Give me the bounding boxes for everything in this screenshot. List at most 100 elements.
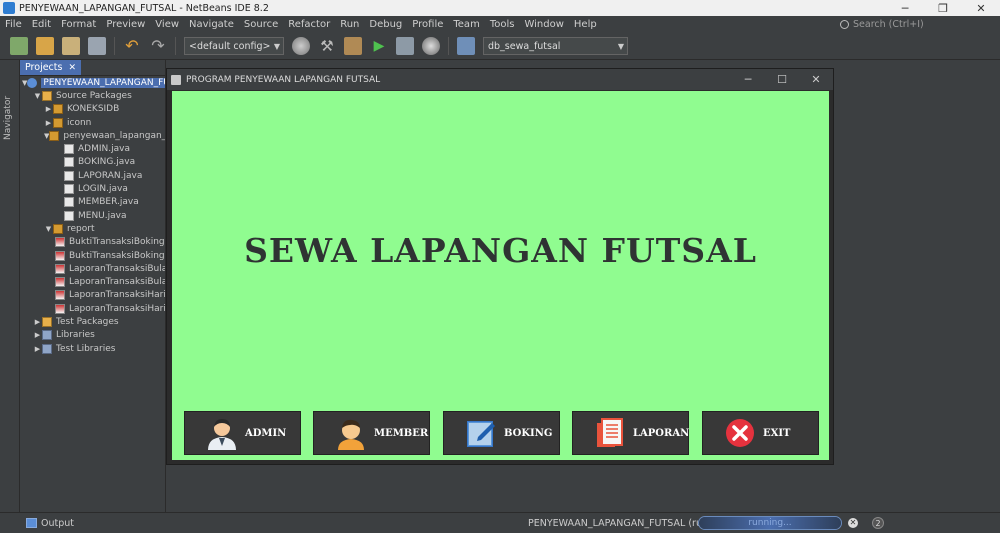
- close-circle-icon: [723, 416, 757, 450]
- config-select[interactable]: <default config> ▼: [184, 37, 284, 55]
- menu-preview[interactable]: Preview: [101, 19, 150, 30]
- profile-icon[interactable]: [422, 37, 440, 55]
- app-minimize-button[interactable]: ─: [731, 73, 765, 86]
- task-count-badge[interactable]: 2: [872, 517, 884, 529]
- menu-refactor[interactable]: Refactor: [283, 19, 335, 30]
- collapse-toggle-icon[interactable]: ▶: [33, 318, 42, 326]
- java-cup-icon: [171, 74, 181, 85]
- tree-item-label: iconn: [67, 117, 92, 128]
- tree-item[interactable]: LaporanTransaksiBulanan.jasper: [20, 262, 165, 275]
- progress-text: running...: [748, 518, 792, 528]
- tree-item[interactable]: ADMIN.java: [20, 142, 165, 155]
- menu-profile[interactable]: Profile: [407, 19, 448, 30]
- globe-icon[interactable]: [292, 37, 310, 55]
- tree-item[interactable]: LaporanTransaksiHarian.jasper: [20, 289, 165, 302]
- open-project-icon[interactable]: [62, 37, 80, 55]
- tree-item-label: penyewaan_lapangan_futsal: [63, 130, 166, 141]
- java-icon: [64, 184, 74, 195]
- tree-item[interactable]: ▶ Libraries: [20, 329, 165, 342]
- tree-item-label: LaporanTransaksiBulanan.jrxml: [69, 277, 165, 288]
- clean-build-icon[interactable]: [344, 37, 362, 55]
- tree-item[interactable]: ▼ report: [20, 222, 165, 235]
- tree-item-label: LOGIN.java: [78, 184, 128, 195]
- menu-navigate[interactable]: Navigate: [184, 19, 239, 30]
- menu-source[interactable]: Source: [239, 19, 283, 30]
- menu-view[interactable]: View: [150, 19, 184, 30]
- pkg-icon: [53, 223, 63, 234]
- tree-item[interactable]: LaporanTransaksiBulanan.jrxml: [20, 275, 165, 288]
- tree-item[interactable]: ▶ Test Libraries: [20, 342, 165, 355]
- admin-button[interactable]: ADMIN: [184, 411, 301, 455]
- member-button[interactable]: MEMBER: [313, 411, 430, 455]
- output-tab[interactable]: Output: [41, 518, 74, 529]
- tree-item[interactable]: ▼penyewaan_lapangan_futsal: [20, 129, 165, 142]
- tree-item[interactable]: BuktiTransaksiBoking.jrxml: [20, 249, 165, 262]
- menu-window[interactable]: Window: [519, 19, 568, 30]
- collapse-toggle-icon[interactable]: ▶: [33, 345, 42, 353]
- build-hammer-icon[interactable]: ⚒: [318, 37, 336, 55]
- tab-projects[interactable]: Projects ✕: [20, 60, 81, 75]
- collapse-toggle-icon[interactable]: ▶: [33, 331, 42, 339]
- collapse-toggle-icon[interactable]: ▶: [44, 119, 53, 127]
- run-icon[interactable]: ▶: [370, 37, 388, 55]
- search-input[interactable]: Search (Ctrl+I): [840, 19, 1000, 30]
- java-icon: [64, 197, 74, 208]
- database-icon[interactable]: [457, 37, 475, 55]
- tree-item[interactable]: ▼PENYEWAAN_LAPANGAN_FUTSAL: [20, 76, 165, 89]
- app-titlebar: PROGRAM PENYEWAAN LAPANGAN FUTSAL ─ ☐ ✕: [167, 69, 833, 90]
- menu-format[interactable]: Format: [56, 19, 101, 30]
- redo-icon[interactable]: ↷: [149, 37, 167, 55]
- tree-item[interactable]: LOGIN.java: [20, 182, 165, 195]
- lib-icon: [42, 330, 52, 341]
- menu-tools[interactable]: Tools: [485, 19, 520, 30]
- project-tree: ▼PENYEWAAN_LAPANGAN_FUTSAL▼Source Packag…: [20, 76, 165, 355]
- tree-item[interactable]: MENU.java: [20, 209, 165, 222]
- tree-item[interactable]: MEMBER.java: [20, 196, 165, 209]
- close-icon[interactable]: ✕: [68, 63, 76, 73]
- expand-toggle-icon[interactable]: ▼: [44, 225, 53, 233]
- boking-button[interactable]: BOKING: [443, 411, 560, 455]
- menu-run[interactable]: Run: [335, 19, 364, 30]
- undo-icon[interactable]: ↶: [123, 37, 141, 55]
- database-select[interactable]: db_sewa_futsal ▼: [483, 37, 628, 55]
- save-all-icon[interactable]: [88, 37, 106, 55]
- collapse-toggle-icon[interactable]: ▶: [44, 105, 53, 113]
- edit-note-icon: [464, 416, 498, 450]
- navigator-tab[interactable]: Navigator: [3, 96, 13, 140]
- window-titlebar: PENYEWAAN_LAPANGAN_FUTSAL - NetBeans IDE…: [0, 0, 1000, 16]
- expand-toggle-icon[interactable]: ▼: [33, 92, 42, 100]
- tree-item[interactable]: ▶ Test Packages: [20, 315, 165, 328]
- jasper-icon: [55, 250, 65, 261]
- new-file-icon[interactable]: [10, 37, 28, 55]
- menu-debug[interactable]: Debug: [364, 19, 407, 30]
- debug-icon[interactable]: [396, 37, 414, 55]
- menu-help[interactable]: Help: [569, 19, 602, 30]
- tree-item[interactable]: BOKING.java: [20, 156, 165, 169]
- minimize-button[interactable]: ─: [886, 2, 924, 15]
- exit-button[interactable]: EXIT: [702, 411, 819, 455]
- tree-item[interactable]: LAPORAN.java: [20, 169, 165, 182]
- app-close-button[interactable]: ✕: [799, 73, 833, 86]
- app-maximize-button[interactable]: ☐: [765, 73, 799, 86]
- menu-edit[interactable]: Edit: [27, 19, 56, 30]
- search-placeholder: Search (Ctrl+I): [853, 19, 924, 30]
- tree-item[interactable]: ▼ Source Packages: [20, 89, 165, 102]
- menu-file[interactable]: File: [0, 19, 27, 30]
- laporan-button[interactable]: LAPORAN: [572, 411, 689, 455]
- tree-item[interactable]: LaporanTransaksiHarian.jrxml: [20, 302, 165, 315]
- output-window-icon: [26, 518, 37, 528]
- new-project-icon[interactable]: [36, 37, 54, 55]
- member-button-label: MEMBER: [374, 427, 429, 439]
- restore-button[interactable]: ❐: [924, 2, 962, 15]
- tree-item[interactable]: ▶ KONEKSIDB: [20, 103, 165, 116]
- run-progress-bar[interactable]: running...: [698, 516, 842, 530]
- database-select-value: db_sewa_futsal: [488, 40, 561, 52]
- close-window-button[interactable]: ✕: [962, 2, 1000, 15]
- stop-task-icon[interactable]: ✕: [848, 518, 858, 528]
- menu-team[interactable]: Team: [448, 19, 484, 30]
- netbeans-logo-icon: [3, 2, 15, 14]
- app-heading: SEWA LAPANGAN FUTSAL: [244, 231, 757, 270]
- tree-item-label: BuktiTransaksiBoking.jasper: [69, 237, 165, 248]
- tree-item[interactable]: BuktiTransaksiBoking.jasper: [20, 236, 165, 249]
- tree-item[interactable]: ▶ iconn: [20, 116, 165, 129]
